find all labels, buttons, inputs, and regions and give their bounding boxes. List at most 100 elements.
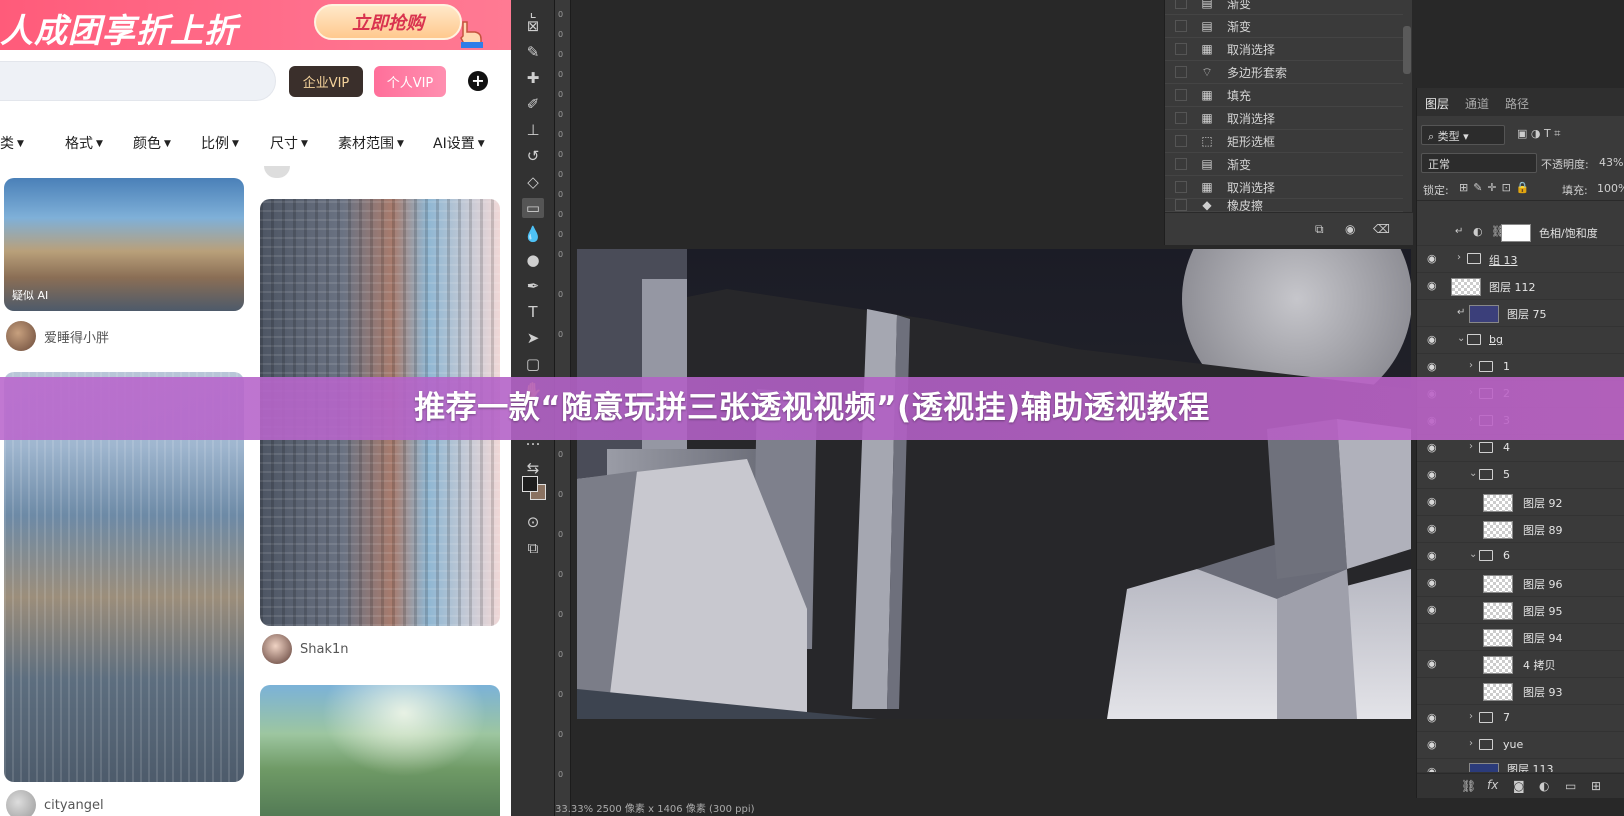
history-item[interactable]: ⬚ 矩形选框 (1165, 130, 1403, 153)
checkbox[interactable] (1175, 66, 1187, 78)
layer-row[interactable]: ◉ 图层 112 (1417, 273, 1624, 300)
lock-icons[interactable]: ⊞✎✛⊡🔒 (1459, 181, 1535, 194)
eye-icon[interactable]: ◉ (1427, 334, 1441, 345)
chevron-right-icon[interactable]: › (1469, 711, 1473, 722)
quick-mask-icon[interactable]: ⊙ (522, 512, 544, 532)
layer-row[interactable]: ◉ ⌄ 6 (1417, 543, 1624, 570)
eyedropper-icon[interactable]: ✎ (522, 42, 544, 62)
eye-icon[interactable]: ◉ (1427, 442, 1441, 453)
eye-icon[interactable]: ◉ (1427, 523, 1441, 534)
layer-row[interactable]: ↵ 图层 75 (1417, 300, 1624, 327)
pen-icon[interactable]: ✒ (522, 276, 544, 296)
checkbox[interactable] (1175, 0, 1187, 9)
checkbox[interactable] (1175, 43, 1187, 55)
fill-value[interactable]: 100% (1597, 182, 1624, 195)
fx-icon[interactable]: fx (1487, 778, 1498, 792)
history-item[interactable]: ▦ 取消选择 (1165, 176, 1403, 199)
eye-icon[interactable]: ◉ (1427, 550, 1441, 561)
tab-layers[interactable]: 图层 (1425, 95, 1449, 112)
adjustment-layer-icon[interactable]: ◐ (1539, 779, 1549, 793)
rectangle-icon[interactable]: ▢ (522, 354, 544, 374)
history-item[interactable]: ▤ 渐变 (1165, 15, 1403, 38)
history-item[interactable]: ⌔ 多边形套索 (1165, 61, 1403, 84)
kind-filter-select[interactable]: ⌕ 类型 ▾ (1421, 125, 1505, 145)
chevron-right-icon[interactable]: › (1469, 360, 1473, 371)
search-input[interactable] (0, 61, 276, 101)
blend-mode-select[interactable]: 正常 (1421, 153, 1537, 173)
chevron-down-icon[interactable]: ⌄ (1469, 468, 1477, 479)
eye-icon[interactable]: ◉ (1427, 361, 1441, 372)
layer-row[interactable]: ◉ › 7 (1417, 705, 1624, 732)
filter-ai-settings[interactable]: AI设置 ▼ (433, 133, 485, 153)
eye-icon[interactable]: ◉ (1427, 739, 1441, 750)
filter-ratio[interactable]: 比例 ▼ (201, 133, 239, 153)
eye-icon[interactable]: ◉ (1427, 712, 1441, 723)
checkbox[interactable] (1175, 135, 1187, 147)
layer-row[interactable]: ◉ 图层 89 (1417, 516, 1624, 543)
screen-mode-icon[interactable]: ⧉ (522, 538, 544, 558)
trash-icon[interactable]: ⌫ (1373, 222, 1390, 236)
layer-row[interactable]: ◉ 图层 92 (1417, 489, 1624, 516)
layer-row[interactable]: 图层 93 (1417, 678, 1624, 705)
filter-format[interactable]: 格式 ▼ (65, 133, 103, 153)
checkbox[interactable] (1175, 181, 1187, 193)
filter-material-range[interactable]: 素材范围 ▼ (338, 133, 404, 153)
chevron-right-icon[interactable]: › (1469, 441, 1473, 452)
eye-icon[interactable]: ◉ (1427, 496, 1441, 507)
color-swatches-icon[interactable] (522, 476, 548, 502)
layer-row[interactable]: ◉ ⌄ bg (1417, 327, 1624, 354)
eye-icon[interactable]: ◉ (1427, 280, 1441, 291)
card-author[interactable]: Shak1n (262, 634, 349, 664)
healing-brush-icon[interactable]: ✚ (522, 68, 544, 88)
add-icon[interactable]: + (468, 71, 488, 91)
chevron-right-icon[interactable]: › (1469, 738, 1473, 749)
history-item[interactable]: ▦ 填充 (1165, 84, 1403, 107)
history-item[interactable]: ▦ 取消选择 (1165, 38, 1403, 61)
chevron-down-icon[interactable]: ⌄ (1469, 549, 1477, 560)
layer-row[interactable]: ◉ › yue (1417, 732, 1624, 759)
layer-row[interactable]: ◉ 图层 96 (1417, 570, 1624, 597)
checkbox[interactable] (1175, 199, 1187, 211)
layer-row[interactable]: ◉ › 组 13 (1417, 246, 1624, 273)
checkbox[interactable] (1175, 112, 1187, 124)
add-mask-icon[interactable]: ◙ (1513, 779, 1525, 793)
tab-paths[interactable]: 路径 (1505, 95, 1529, 112)
eye-icon[interactable]: ◉ (1427, 469, 1441, 480)
tab-channels[interactable]: 通道 (1465, 95, 1489, 112)
dodge-icon[interactable]: ● (522, 250, 544, 270)
checkbox[interactable] (1175, 89, 1187, 101)
brush-icon[interactable]: ✐ (522, 94, 544, 114)
history-item[interactable]: ▤ 渐变 (1165, 0, 1403, 15)
layer-row[interactable]: 图层 94 (1417, 624, 1624, 651)
new-group-icon[interactable]: ▭ (1565, 779, 1576, 793)
history-item[interactable]: ◆ 橡皮擦 (1165, 199, 1403, 212)
new-document-icon[interactable]: ⧉ (1315, 222, 1324, 237)
image-card[interactable] (260, 685, 500, 816)
type-icon[interactable]: T (522, 302, 544, 322)
card-author[interactable]: cityangel (6, 790, 104, 816)
layer-row[interactable]: ◉ 4 拷贝 (1417, 651, 1624, 678)
enterprise-vip-button[interactable]: 企业VIP (289, 66, 363, 97)
eye-icon[interactable]: ◉ (1427, 658, 1441, 669)
layer-row[interactable]: ◉ ⌄ 5 (1417, 462, 1624, 489)
layer-row[interactable]: ◉ 图层 113 (1417, 759, 1624, 773)
eye-icon[interactable]: ◉ (1427, 253, 1441, 264)
opacity-value[interactable]: 43% (1599, 156, 1623, 169)
frame-icon[interactable]: ⊠ (522, 16, 544, 36)
filter-color[interactable]: 颜色 ▼ (133, 133, 171, 153)
filter-icons[interactable]: ▣ ◑ T ⌗ (1517, 127, 1560, 141)
checkbox[interactable] (1175, 20, 1187, 32)
eye-icon[interactable]: ◉ (1427, 577, 1441, 588)
document-canvas[interactable] (577, 249, 1411, 719)
camera-icon[interactable]: ◉ (1345, 222, 1355, 236)
link-layers-icon[interactable]: ⛓ (1461, 779, 1476, 793)
layer-row[interactable]: ↵ ◐ ⛓ 色相/饱和度 (1417, 219, 1624, 246)
stamp-icon[interactable]: ⊥ (522, 120, 544, 140)
buy-now-button[interactable]: 立即抢购 (314, 4, 462, 40)
blur-icon[interactable]: 💧 (522, 224, 544, 244)
new-layer-icon[interactable]: ⊞ (1591, 779, 1601, 793)
filter-category[interactable]: 分类▼ (0, 133, 24, 153)
path-selection-icon[interactable]: ➤ (522, 328, 544, 348)
personal-vip-button[interactable]: 个人VIP (374, 66, 446, 97)
chevron-down-icon[interactable]: ⌄ (1457, 333, 1465, 344)
